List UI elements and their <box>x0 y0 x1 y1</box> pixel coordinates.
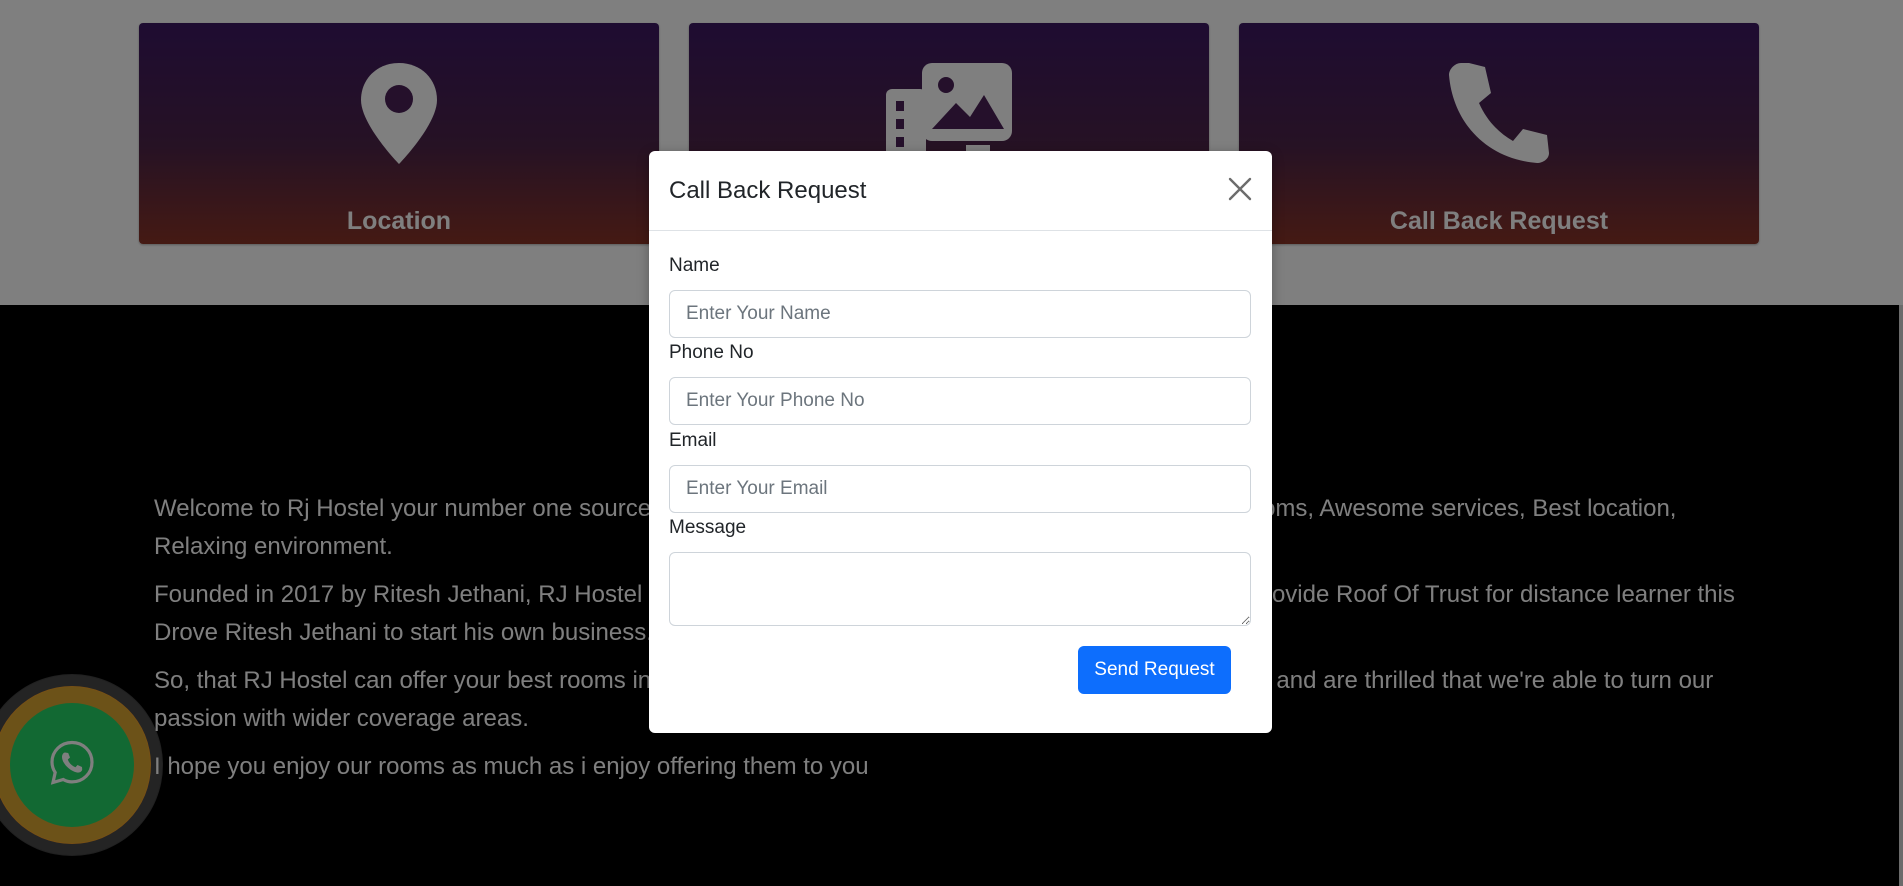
close-icon <box>1224 177 1256 209</box>
close-button[interactable] <box>1224 173 1256 205</box>
phone-label: Phone No <box>669 342 754 363</box>
phone-input[interactable] <box>669 377 1251 425</box>
call-back-modal: Call Back Request Name Phone No Email Me… <box>649 151 1272 733</box>
message-textarea[interactable] <box>669 552 1251 626</box>
email-label: Email <box>669 430 717 451</box>
name-input[interactable] <box>669 290 1251 338</box>
send-request-button[interactable]: Send Request <box>1078 646 1231 694</box>
modal-header: Call Back Request <box>649 151 1272 231</box>
name-label: Name <box>669 255 720 276</box>
email-input[interactable] <box>669 465 1251 513</box>
message-label: Message <box>669 517 747 538</box>
modal-title: Call Back Request <box>669 177 867 204</box>
